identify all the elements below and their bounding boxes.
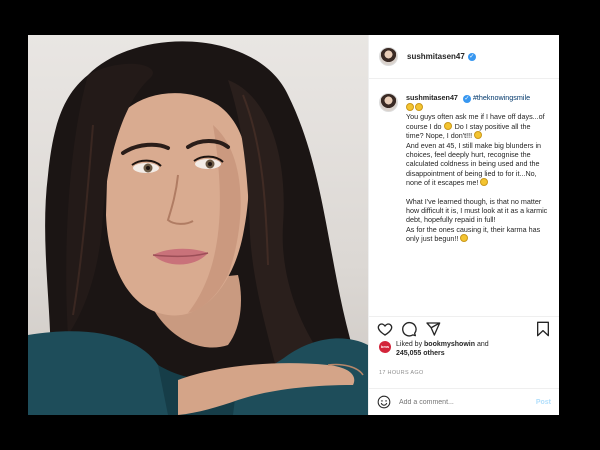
caption-avatar[interactable] [379, 93, 398, 112]
hashtag-link[interactable]: #theknowingsmile [473, 93, 530, 102]
likes-row: bms Liked by bookmyshowin and 245,055 ot… [369, 340, 559, 370]
share-icon[interactable] [425, 321, 441, 337]
post-sidebar: sushmitasen47 ✓ sushmitasen47 ✓ #theknow… [368, 35, 559, 415]
profile-avatar[interactable] [379, 47, 398, 66]
caption-username[interactable]: sushmitasen47 [406, 93, 458, 102]
liked-by-user[interactable]: bookmyshowin [424, 341, 475, 348]
emoji-icon [460, 234, 469, 243]
profile-username[interactable]: sushmitasen47 [407, 52, 465, 61]
caption-line: What I've learned though, is that no mat… [406, 196, 548, 225]
verified-badge-icon: ✓ [462, 95, 471, 103]
emoji-icon [415, 103, 423, 111]
emoji-icon [406, 103, 414, 111]
comment-icon[interactable] [401, 321, 417, 337]
liked-by-and: and [476, 341, 489, 348]
emoji-icon [480, 178, 489, 187]
instagram-post: sushmitasen47 ✓ sushmitasen47 ✓ #theknow… [28, 35, 559, 415]
post-header: sushmitasen47 ✓ [369, 35, 559, 79]
portrait-image [28, 41, 368, 415]
caption-line: As for the ones causing it, their karma … [406, 224, 541, 244]
post-timestamp[interactable]: 17 HOURS AGO [369, 370, 559, 388]
likes-text: Liked by bookmyshowin and 245,055 others [396, 340, 489, 358]
caption-area: sushmitasen47 ✓ #theknowingsmile You guy… [369, 79, 559, 316]
bookmark-icon[interactable] [535, 321, 551, 337]
emoji-icon [474, 131, 483, 140]
comment-box: Post [369, 388, 559, 415]
likes-count[interactable]: 245,055 others [396, 350, 445, 357]
post-photo[interactable] [28, 35, 368, 415]
caption-text: sushmitasen47 ✓ #theknowingsmile You guy… [406, 93, 549, 244]
action-bar [369, 316, 559, 340]
caption-line: And even at 45, I still make big blunder… [406, 140, 542, 188]
verified-badge-icon: ✓ [467, 52, 476, 61]
emoji-icon [443, 121, 452, 130]
emoji-icon[interactable] [377, 395, 391, 409]
comment-input[interactable] [399, 398, 536, 406]
liked-by-prefix: Liked by [396, 341, 423, 348]
caption-row: sushmitasen47 ✓ #theknowingsmile You guy… [379, 93, 549, 244]
heart-icon[interactable] [377, 321, 393, 337]
liker-avatar[interactable]: bms [379, 341, 391, 353]
post-comment-button[interactable]: Post [536, 399, 551, 406]
